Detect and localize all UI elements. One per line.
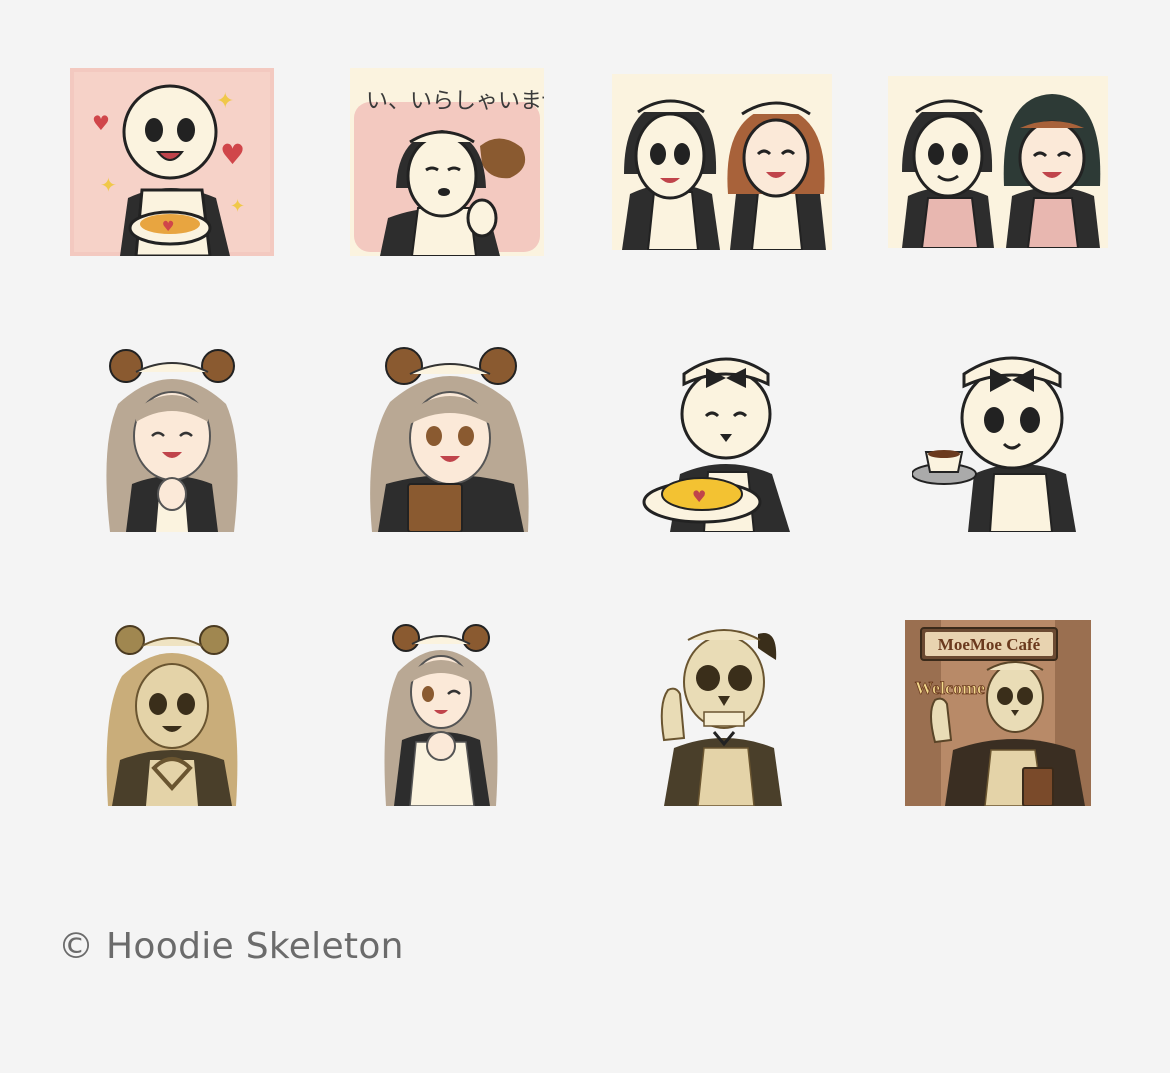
- svg-text:✦: ✦: [100, 173, 117, 197]
- sticker-bear-ear-maid-girl-happy[interactable]: [96, 344, 248, 532]
- svg-text:♥: ♥: [162, 219, 175, 235]
- sticker-skeleton-maid-irasshaimase[interactable]: い、いらしゃいませ: [350, 68, 544, 256]
- sticker-skeleton-maid-coffee[interactable]: [912, 344, 1084, 532]
- sticker-realistic-skull-maid-welcome[interactable]: MoeMoe Café Welcome: [905, 620, 1091, 806]
- irasshaimase-caption: い、いらしゃいませ: [366, 89, 544, 114]
- sticker-bear-ear-maid-girl-wink[interactable]: [380, 620, 502, 806]
- cafe-sign-text: MoeMoe Café: [938, 635, 1041, 654]
- sticker-bear-ear-maid-girl-menu[interactable]: [364, 344, 534, 532]
- sticker-realistic-skull-maid-wave[interactable]: [654, 620, 788, 806]
- svg-text:♥: ♥: [92, 111, 110, 135]
- sticker-skeleton-and-girl-maids-clapping[interactable]: [612, 74, 832, 250]
- sticker-skeleton-maid-latte[interactable]: ♥ ♥ ✦ ✦ ✦ ♥: [70, 68, 274, 256]
- welcome-text: Welcome: [915, 678, 985, 698]
- svg-text:♥: ♥: [220, 138, 245, 171]
- sticker-skull-maid-heart-hands[interactable]: [102, 620, 242, 806]
- svg-text:♥: ♥: [692, 487, 706, 506]
- copyright-text: © Hoodie Skeleton: [58, 926, 404, 967]
- svg-text:✦: ✦: [230, 196, 245, 217]
- sticker-skeleton-and-girl-maids-smiling[interactable]: [888, 76, 1108, 248]
- sticker-skeleton-maid-omurice[interactable]: ♥: [640, 344, 810, 532]
- svg-text:✦: ✦: [216, 89, 234, 114]
